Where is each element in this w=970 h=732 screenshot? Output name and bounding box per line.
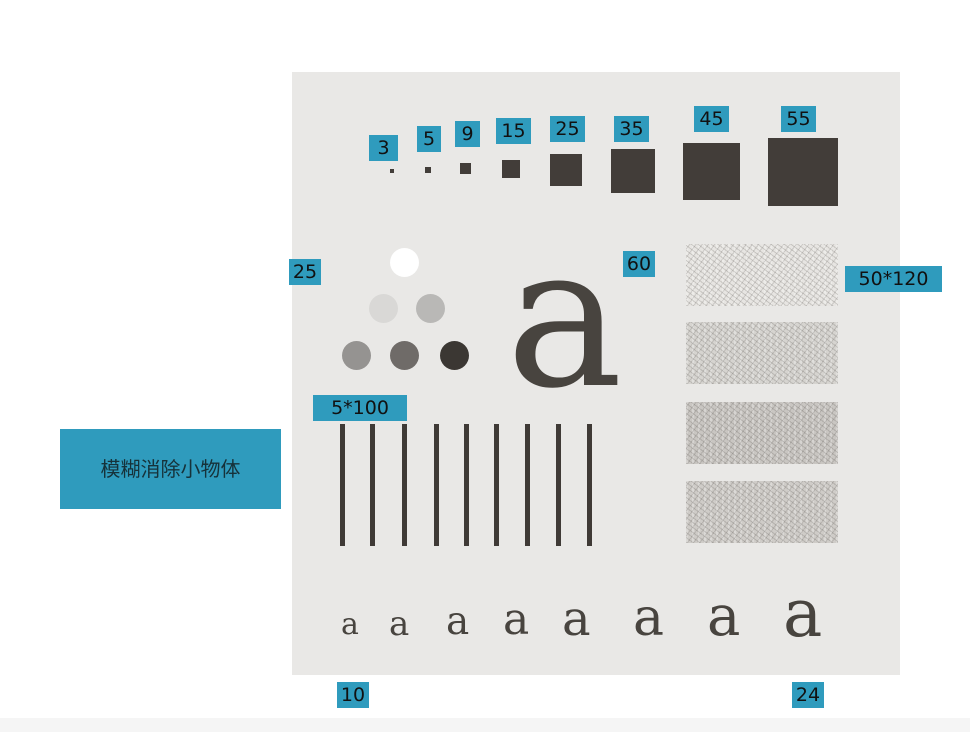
vertical-bar: [525, 424, 530, 546]
vertical-bar: [494, 424, 499, 546]
small-letter-a: a: [562, 591, 591, 647]
square-size-label: 5: [417, 126, 441, 152]
square-5: [425, 167, 431, 173]
square-15: [502, 160, 520, 178]
letter-size-label: 60: [623, 251, 655, 277]
noise-rectangle: [686, 481, 838, 543]
small-letter-a: a: [707, 584, 741, 649]
vertical-bar: [340, 424, 345, 546]
square-size-label: 35: [614, 116, 649, 142]
square-9: [460, 163, 471, 174]
side-label: 模糊消除小物体: [60, 429, 281, 509]
square-size-label: 15: [496, 118, 531, 144]
square-size-label: 45: [694, 106, 729, 132]
square-45: [683, 143, 740, 200]
vertical-bar: [434, 424, 439, 546]
circle: [416, 294, 445, 323]
letters-end-size-label: 24: [792, 682, 824, 708]
square-size-label: 3: [369, 135, 398, 161]
small-letter-a: a: [503, 594, 530, 645]
circle: [440, 341, 469, 370]
small-letter-a: a: [783, 575, 823, 652]
circle: [390, 341, 419, 370]
square-35: [611, 149, 655, 193]
letters-start-size-label: 10: [337, 682, 369, 708]
circles-size-label: 25: [289, 259, 321, 285]
small-letter-a: a: [389, 604, 410, 644]
circle: [342, 341, 371, 370]
noise-rectangle: [686, 402, 838, 464]
small-letter-a: a: [341, 607, 359, 642]
square-25: [550, 154, 582, 186]
circle: [390, 248, 419, 277]
bars-size-label: 5*100: [313, 395, 407, 421]
noise-rectangle: [686, 322, 838, 384]
vertical-bar: [556, 424, 561, 546]
small-letter-a: a: [446, 599, 470, 644]
bottom-strip: [0, 718, 970, 732]
vertical-bar: [464, 424, 469, 546]
vertical-bar: [370, 424, 375, 546]
square-3: [390, 169, 394, 173]
large-letter-a: a: [506, 204, 623, 432]
vertical-bar: [402, 424, 407, 546]
small-letter-a: a: [633, 588, 665, 648]
square-size-label: 9: [455, 121, 480, 147]
noise-size-label: 50*120: [845, 266, 942, 292]
noise-rectangle: [686, 244, 838, 306]
vertical-bar: [587, 424, 592, 546]
square-size-label: 25: [550, 116, 585, 142]
square-55: [768, 138, 838, 206]
square-size-label: 55: [781, 106, 816, 132]
circle: [369, 294, 398, 323]
